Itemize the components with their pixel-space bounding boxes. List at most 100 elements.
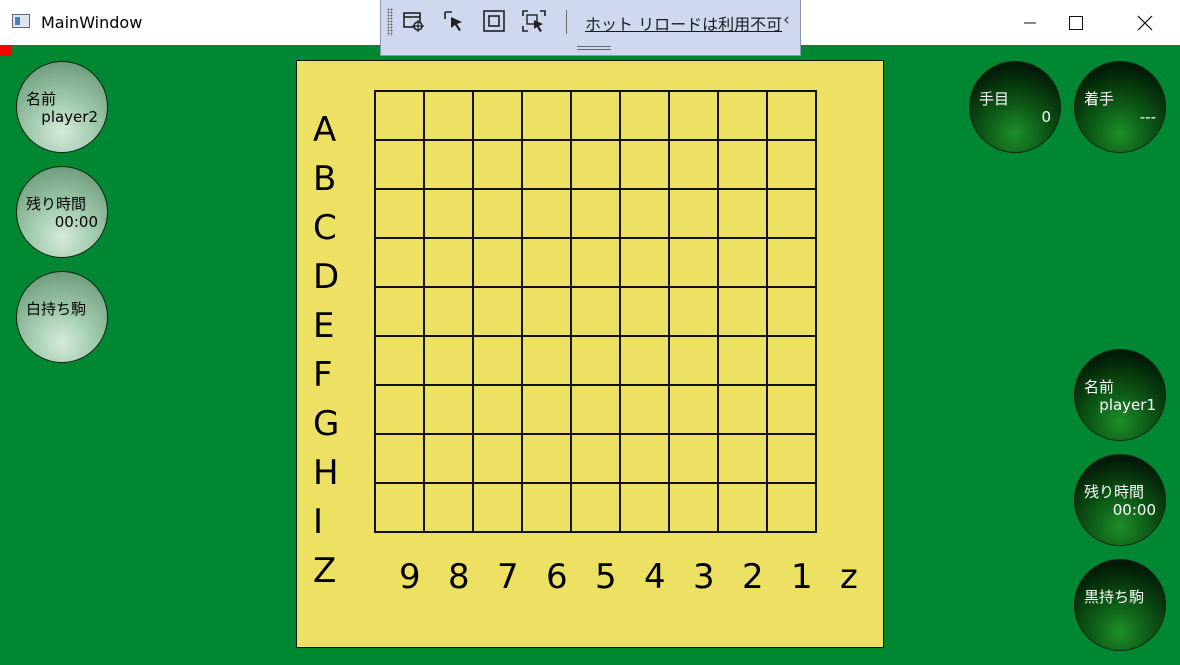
- board-cell[interactable]: [766, 433, 817, 484]
- board-cell[interactable]: [570, 335, 621, 386]
- board-cell[interactable]: [717, 482, 768, 533]
- board-cell[interactable]: [619, 188, 670, 239]
- board-cell[interactable]: [521, 286, 572, 337]
- board-cell[interactable]: [717, 188, 768, 239]
- board-cell[interactable]: [423, 335, 474, 386]
- white-time-circle: 残り時間 00:00: [16, 166, 108, 258]
- board-cell[interactable]: [619, 139, 670, 190]
- board-cell[interactable]: [668, 433, 719, 484]
- track-focus-icon[interactable]: [521, 8, 547, 34]
- black-captured-circle[interactable]: 黒持ち駒: [1074, 559, 1166, 651]
- board-cell[interactable]: [570, 237, 621, 288]
- board-cell[interactable]: [374, 237, 425, 288]
- board-cell[interactable]: [619, 90, 670, 141]
- board-cell[interactable]: [570, 482, 621, 533]
- rank-label: C: [313, 208, 337, 248]
- board-cell[interactable]: [570, 433, 621, 484]
- board-cell[interactable]: [374, 482, 425, 533]
- board-cell[interactable]: [766, 384, 817, 435]
- board-cell[interactable]: [423, 188, 474, 239]
- hot-reload-status-link[interactable]: ホット リロードは利用不可: [585, 11, 782, 35]
- board-cell[interactable]: [472, 139, 523, 190]
- board-cell[interactable]: [668, 482, 719, 533]
- board-cell[interactable]: [423, 384, 474, 435]
- board-cell[interactable]: [766, 237, 817, 288]
- board-cell[interactable]: [766, 482, 817, 533]
- board-cell[interactable]: [374, 433, 425, 484]
- board-cell[interactable]: [619, 384, 670, 435]
- board-cell[interactable]: [423, 482, 474, 533]
- last-move-label: 着手: [1084, 90, 1115, 108]
- select-element-icon[interactable]: [401, 8, 427, 34]
- board-cell[interactable]: [521, 335, 572, 386]
- board-cell[interactable]: [472, 335, 523, 386]
- toolbar-grip[interactable]: [387, 8, 393, 36]
- board-cell[interactable]: [668, 139, 719, 190]
- board-cell[interactable]: [717, 139, 768, 190]
- board-cell[interactable]: [423, 433, 474, 484]
- white-time-value: 00:00: [54, 213, 98, 231]
- board-cell[interactable]: [423, 286, 474, 337]
- board-cell[interactable]: [521, 188, 572, 239]
- board-cell[interactable]: [766, 90, 817, 141]
- board-cell[interactable]: [766, 335, 817, 386]
- white-captured-circle[interactable]: 白持ち駒: [16, 271, 108, 363]
- board-cell[interactable]: [766, 286, 817, 337]
- board-cell[interactable]: [619, 237, 670, 288]
- board-cell[interactable]: [619, 286, 670, 337]
- board-cell[interactable]: [374, 335, 425, 386]
- board-cell[interactable]: [472, 286, 523, 337]
- board-cell[interactable]: [521, 139, 572, 190]
- board-cell[interactable]: [472, 384, 523, 435]
- board-cell[interactable]: [374, 384, 425, 435]
- collapse-toolbar-button[interactable]: ‹: [783, 10, 790, 30]
- board-cell[interactable]: [570, 286, 621, 337]
- board-cell[interactable]: [521, 482, 572, 533]
- board-cell[interactable]: [717, 237, 768, 288]
- board-cell[interactable]: [374, 188, 425, 239]
- board-cell[interactable]: [619, 335, 670, 386]
- board-cell[interactable]: [766, 188, 817, 239]
- board-cell[interactable]: [766, 139, 817, 190]
- board-cell[interactable]: [521, 90, 572, 141]
- board-cell[interactable]: [668, 188, 719, 239]
- board-cell[interactable]: [717, 335, 768, 386]
- board-cell[interactable]: [472, 188, 523, 239]
- board-cell[interactable]: [717, 286, 768, 337]
- toolbar-drag-handle[interactable]: [577, 46, 611, 50]
- board-cell[interactable]: [521, 237, 572, 288]
- board-cell[interactable]: [668, 90, 719, 141]
- board-cell[interactable]: [717, 90, 768, 141]
- board-cell[interactable]: [521, 384, 572, 435]
- board-cell[interactable]: [619, 433, 670, 484]
- board-cell[interactable]: [521, 433, 572, 484]
- board-cell[interactable]: [472, 90, 523, 141]
- board-cell[interactable]: [717, 384, 768, 435]
- board-cell[interactable]: [472, 482, 523, 533]
- board-cell[interactable]: [668, 384, 719, 435]
- board-cell[interactable]: [472, 433, 523, 484]
- board-grid[interactable]: [374, 90, 818, 534]
- board-cell[interactable]: [374, 139, 425, 190]
- board-cell[interactable]: [423, 139, 474, 190]
- board-cell[interactable]: [717, 433, 768, 484]
- close-button[interactable]: [1115, 0, 1175, 45]
- board-cell[interactable]: [570, 90, 621, 141]
- board-cell[interactable]: [570, 139, 621, 190]
- board-cell[interactable]: [423, 237, 474, 288]
- xaml-debug-toolbar: ホット リロードは利用不可 ‹: [380, 0, 801, 56]
- board-cell[interactable]: [668, 335, 719, 386]
- board-cell[interactable]: [570, 188, 621, 239]
- board-cell[interactable]: [472, 237, 523, 288]
- pointer-icon[interactable]: [441, 8, 467, 34]
- board-cell[interactable]: [570, 384, 621, 435]
- board-cell[interactable]: [668, 286, 719, 337]
- board-cell[interactable]: [423, 90, 474, 141]
- frame-icon[interactable]: [481, 8, 507, 34]
- board-cell[interactable]: [668, 237, 719, 288]
- board-cell[interactable]: [374, 90, 425, 141]
- black-captured-label: 黒持ち駒: [1084, 588, 1145, 606]
- board-cell[interactable]: [374, 286, 425, 337]
- board-cell[interactable]: [619, 482, 670, 533]
- maximize-button[interactable]: [1046, 0, 1106, 45]
